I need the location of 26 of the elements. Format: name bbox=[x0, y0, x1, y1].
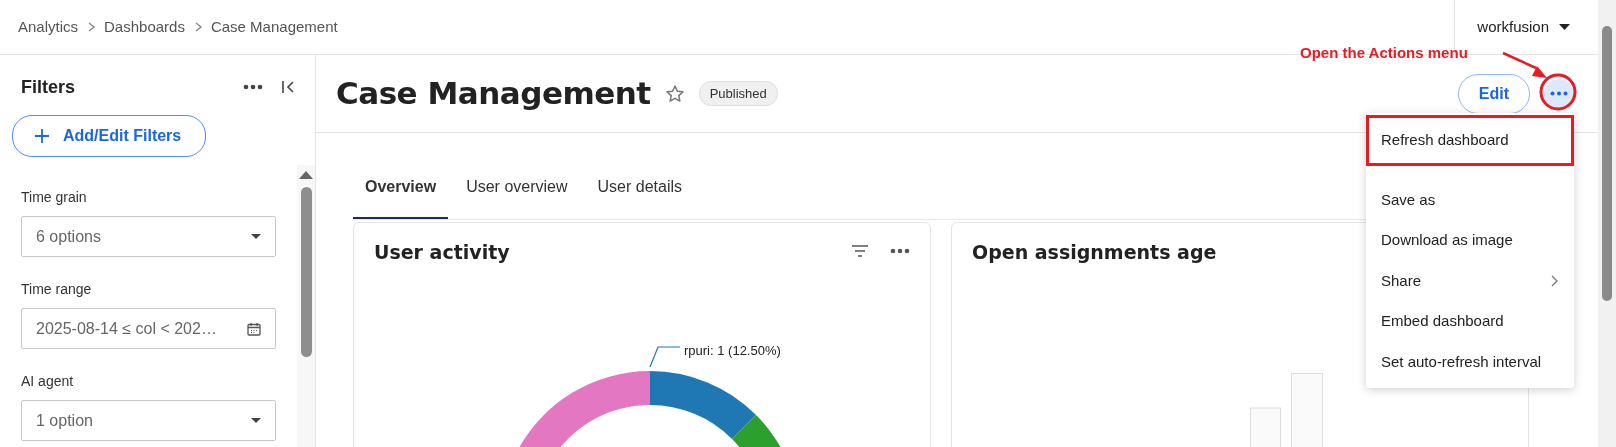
filters-title: Filters bbox=[21, 75, 77, 99]
breadcrumb-link[interactable]: Analytics bbox=[18, 15, 79, 39]
menu-item[interactable]: Download as image bbox=[1366, 220, 1574, 261]
select-field[interactable]: 1 option bbox=[21, 400, 276, 441]
filter-label: AI agent bbox=[21, 372, 75, 391]
menu-item[interactable]: Share bbox=[1366, 260, 1574, 301]
card-title: Open assignments age bbox=[972, 241, 1217, 264]
slice-label: rpuri: 1 (12.50%) bbox=[684, 342, 781, 360]
menu-item[interactable]: Set auto-refresh interval bbox=[1366, 341, 1574, 382]
tab[interactable]: Overview bbox=[353, 175, 449, 219]
filter-label: Time range bbox=[21, 280, 93, 299]
dashboard-title: Case Management bbox=[336, 74, 651, 113]
card-title: User activity bbox=[374, 241, 510, 264]
breadcrumb-link[interactable]: Dashboards bbox=[104, 15, 185, 39]
menu-item[interactable]: Save as bbox=[1366, 179, 1574, 220]
menu-item[interactable]: Embed dashboard bbox=[1366, 301, 1574, 342]
date-range-field[interactable]: 2025-08-14 ≤ col < 202… bbox=[21, 308, 276, 349]
tab[interactable]: User details bbox=[585, 175, 694, 219]
add-edit-filters-button[interactable]: Add/Edit Filters bbox=[12, 115, 207, 157]
select-field[interactable]: 6 options bbox=[21, 216, 276, 257]
edit-button[interactable]: Edit bbox=[1457, 73, 1530, 114]
filter-label: Time grain bbox=[21, 188, 88, 207]
breadcrumb-link[interactable]: Case Management bbox=[210, 15, 338, 39]
status-badge: Published bbox=[698, 80, 778, 107]
menu-item[interactable]: Refresh dashboard bbox=[1366, 115, 1574, 166]
tab[interactable]: User overview bbox=[454, 175, 580, 219]
